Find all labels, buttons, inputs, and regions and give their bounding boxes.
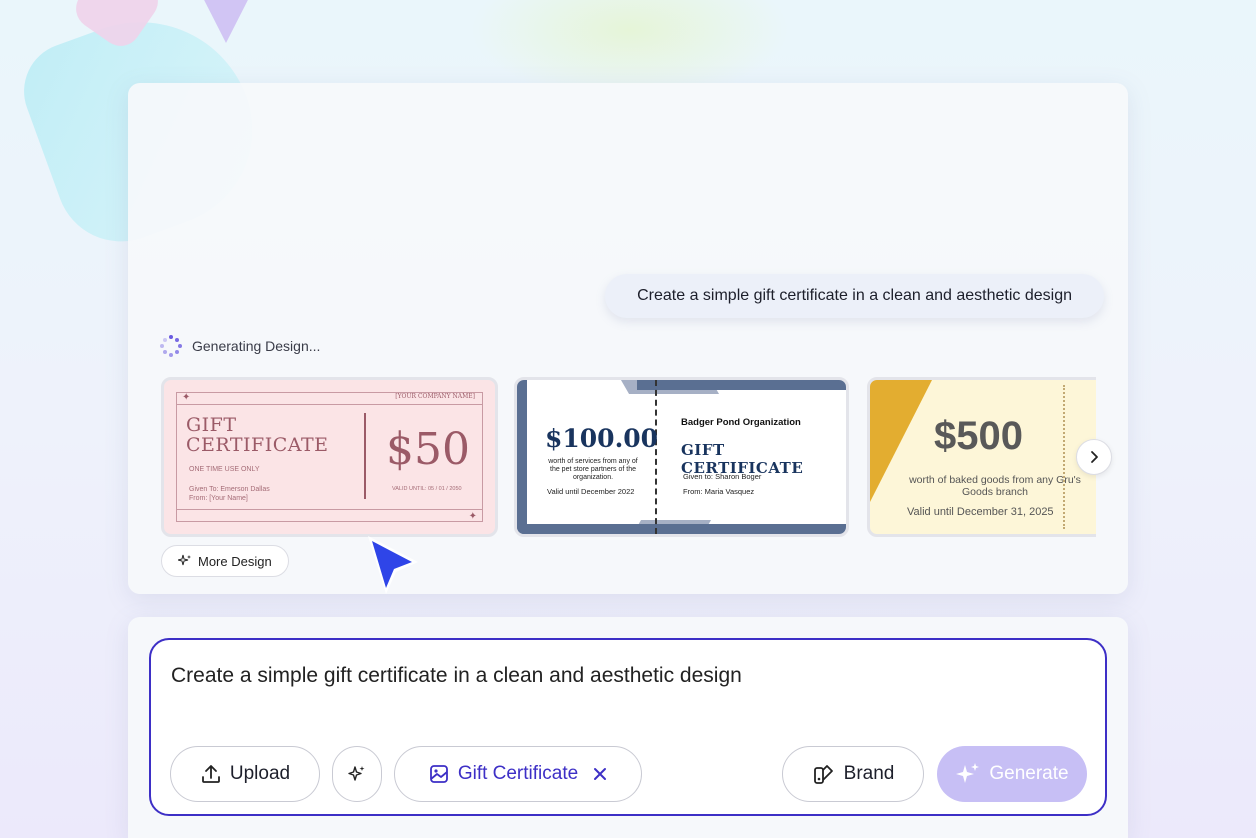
card-decoration: [637, 380, 846, 390]
generating-status: Generating Design...: [160, 335, 320, 357]
brand-label: Brand: [843, 763, 895, 784]
card-title-line: CERTIFICATE: [186, 434, 329, 456]
background-shape: [198, 0, 254, 43]
card-title: GIFT CERTIFICATE: [186, 415, 329, 455]
from-field: From: [Your Name]: [189, 495, 248, 502]
card-description: worth of baked goods from any Gru's Good…: [909, 474, 1081, 498]
loading-spinner-icon: [160, 335, 182, 357]
perforation-line: [655, 380, 657, 534]
generate-label: Generate: [989, 763, 1069, 784]
valid-until: Valid until December 2022: [547, 487, 635, 496]
card-divider: [176, 404, 483, 405]
sparkle-icon: [956, 763, 980, 783]
sparkle-ornament-icon: ✦: [182, 392, 191, 403]
design-card[interactable]: $500 worth of baked goods from any Gru's…: [867, 377, 1096, 537]
prompt-input-box[interactable]: Create a simple gift certificate in a cl…: [149, 638, 1107, 816]
perforation-line: [1063, 385, 1065, 529]
prompt-input-text[interactable]: Create a simple gift certificate in a cl…: [171, 664, 742, 688]
upload-button[interactable]: Upload: [170, 746, 320, 802]
usage-note: ONE TIME USE ONLY: [189, 466, 260, 473]
close-icon[interactable]: [592, 766, 608, 782]
image-edit-icon: [429, 765, 448, 783]
generate-button[interactable]: Generate: [937, 746, 1087, 802]
upload-icon: [201, 765, 220, 783]
gift-certificate-tag[interactable]: Gift Certificate: [394, 746, 642, 802]
valid-until: Valid until December 31, 2025: [907, 506, 1054, 518]
composer-panel: Create a simple gift certificate in a cl…: [128, 617, 1128, 838]
design-card[interactable]: $100.00 worth of services from any of th…: [514, 377, 849, 537]
chevron-right-icon: [1091, 451, 1098, 463]
given-to: Given to: Sharon Boger: [683, 472, 762, 481]
pointer-cursor-icon: [368, 536, 418, 594]
card-divider: [176, 509, 483, 510]
design-card[interactable]: ✦ ✦ [YOUR COMPANY NAME] GIFT CERTIFICATE…: [161, 377, 498, 537]
more-design-label: More Design: [198, 553, 272, 569]
valid-until: VALID UNTIL: 05 / 01 / 2050: [392, 486, 462, 492]
user-prompt-text: Create a simple gift certificate in a cl…: [637, 287, 1072, 304]
sparkle-icon: [348, 766, 365, 781]
card-decoration: [517, 524, 846, 534]
design-carousel: ✦ ✦ [YOUR COMPANY NAME] GIFT CERTIFICATE…: [161, 377, 1096, 539]
palette-icon: [813, 765, 833, 784]
vertical-divider: [364, 413, 366, 499]
magic-enhance-button[interactable]: [332, 746, 382, 802]
more-design-button[interactable]: More Design: [161, 545, 289, 577]
upload-label: Upload: [229, 763, 291, 784]
sparkle-icon: [178, 554, 191, 566]
sparkle-ornament-icon: ✦: [468, 511, 477, 522]
tag-label: Gift Certificate: [457, 763, 579, 784]
company-name: [YOUR COMPANY NAME]: [395, 393, 475, 400]
card-decoration: [517, 380, 527, 534]
card-description: worth of services from any of the pet st…: [548, 458, 638, 481]
carousel-next-button[interactable]: [1076, 439, 1112, 475]
card-amount: $500: [934, 414, 1023, 458]
from-field: From: Maria Vasquez: [683, 487, 755, 496]
brand-button[interactable]: Brand: [782, 746, 924, 802]
card-amount: $50: [386, 424, 470, 475]
user-prompt-bubble: Create a simple gift certificate in a cl…: [605, 274, 1104, 318]
given-to: Given To: Emerson Dallas: [189, 486, 270, 493]
card-title-line: GIFT: [186, 414, 237, 436]
organization-name: Badger Pond Organization: [681, 417, 801, 428]
chat-panel: Create a simple gift certificate in a cl…: [128, 83, 1128, 594]
card-amount: $100.00: [545, 424, 659, 453]
generating-label: Generating Design...: [192, 338, 321, 354]
